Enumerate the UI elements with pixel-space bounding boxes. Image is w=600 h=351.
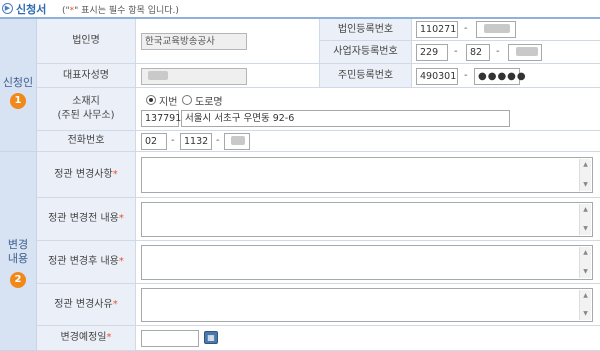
dash: - [464,70,468,81]
textarea-scrollbar[interactable]: ▲ ▼ [579,159,591,191]
due-date-field[interactable] [141,330,199,347]
radio-road-label: 도로명 [195,97,223,108]
cell-biz-reg-no: 229 - 82 - [412,41,600,64]
section-badge-1: 1 [10,93,26,109]
address-field[interactable]: 서울시 서초구 우면동 92-6 [181,110,510,127]
zipcode-field[interactable]: 137791 [141,110,181,127]
circle-arrow-icon: ▶ [2,3,13,14]
label-phone: 전화번호 [37,131,136,152]
resident-no-part2[interactable]: ●●●●● [474,68,526,85]
scroll-up-icon[interactable]: ▲ [580,205,591,215]
phone-part3[interactable] [224,133,250,150]
dash: - [171,135,175,146]
cell-before-content: ▲ ▼ [136,198,600,241]
reason-textarea[interactable]: ▲ ▼ [141,288,593,322]
section-change: 변경 내용 2 [0,152,37,351]
scroll-up-icon[interactable]: ▲ [580,160,591,170]
label-due-date: 변경예정일 * [37,326,136,351]
section-change-label: 변경 내용 [7,238,29,265]
section-applicant: 신청인 1 [0,19,37,152]
cell-before-item: ▲ ▼ [136,152,600,198]
phone-part2[interactable]: 1132 [180,133,212,150]
cell-corp-reg-no: 110271 - [412,19,600,41]
label-corp-reg-no: 법인등록번호 [320,19,412,41]
phone-part1[interactable]: 02 [141,133,167,150]
dash: - [464,23,468,34]
scroll-down-icon[interactable]: ▼ [580,180,591,190]
cell-rep-name [136,64,320,88]
before-content-textarea[interactable]: ▲ ▼ [141,202,593,237]
resident-no-part1[interactable]: 490301 [416,68,458,85]
cell-resident-no: 490301 - ●●●●● [412,64,600,88]
label-before-content: 정관 변경전 내용 * [37,198,136,241]
cell-corp-name: 한국교육방송공사 [136,19,320,64]
dash: - [216,135,220,146]
rep-name-field[interactable] [141,68,247,85]
cell-address: 지번 도로명 137791 서울시 서초구 우면동 92-6 [136,88,600,131]
label-after-content: 정관 변경후 내용 * [37,241,136,284]
radio-road[interactable] [182,95,192,105]
calendar-icon[interactable]: ▦ [204,331,218,344]
corp-reg-no-part1[interactable]: 110271 [416,21,458,38]
corp-name-field[interactable]: 한국교육방송공사 [141,33,247,50]
cell-phone: 02 - 1132 - [136,131,600,152]
label-rep-name: 대표자성명 [37,64,136,88]
divider [319,19,320,88]
scroll-down-icon[interactable]: ▼ [580,267,591,277]
textarea-scrollbar[interactable]: ▲ ▼ [579,247,591,278]
resident-no-masked: ●●●●● [478,71,527,82]
label-corp-name: 법인명 [37,19,136,64]
before-item-textarea[interactable]: ▲ ▼ [141,157,593,193]
label-resident-no: 주민등록번호 [320,64,412,88]
form-title: 신청서 [16,3,47,16]
label-biz-reg-no: 사업자등록번호 [320,41,412,64]
biz-reg-no-part1[interactable]: 229 [416,44,448,61]
cell-due-date: ▦ [136,326,600,351]
label-reason: 정관 변경사유 * [37,284,136,326]
dash: - [496,46,500,57]
biz-reg-no-part2[interactable]: 82 [466,44,490,61]
cell-after-content: ▲ ▼ [136,241,600,284]
required-note: ("*" 표시는 필수 항목 입니다.) [62,6,179,16]
textarea-scrollbar[interactable]: ▲ ▼ [579,204,591,235]
section-applicant-label: 신청인 [2,76,34,89]
scroll-up-icon[interactable]: ▲ [580,248,591,258]
scroll-up-icon[interactable]: ▲ [580,291,591,301]
radio-jibun-label: 지번 [159,97,178,108]
form-header: ▶ 신청서 ("*" 표시는 필수 항목 입니다.) [0,0,600,18]
dash: - [454,46,458,57]
scroll-down-icon[interactable]: ▼ [580,224,591,234]
section-badge-2: 2 [10,272,26,288]
scroll-down-icon[interactable]: ▼ [580,309,591,319]
label-address: 소재지 (주된 사무소) [37,88,136,131]
corp-reg-no-part2[interactable] [476,21,516,38]
label-before-item: 정관 변경사항 * [37,152,136,198]
after-content-textarea[interactable]: ▲ ▼ [141,245,593,280]
cell-reason: ▲ ▼ [136,284,600,326]
radio-jibun[interactable] [146,95,156,105]
textarea-scrollbar[interactable]: ▲ ▼ [579,290,591,320]
biz-reg-no-part3[interactable] [508,44,542,61]
